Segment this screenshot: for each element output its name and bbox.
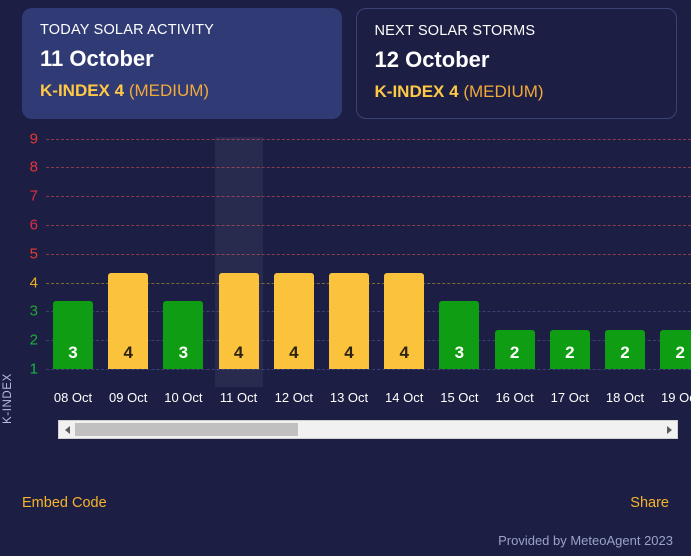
y-axis-tick-8: 8 [30,160,38,175]
bar-15-oct[interactable]: 3 [439,301,479,369]
card-title: TODAY SOLAR ACTIVITY [40,22,324,38]
card-kindex: K-INDEX 4 (MEDIUM) [375,82,659,102]
x-axis-tick-15-oct: 15 Oct [432,390,487,405]
bar-18-oct[interactable]: 2 [605,330,645,369]
bar-value-label: 4 [274,344,314,361]
bar-value-label: 4 [384,344,424,361]
x-axis-tick-16-oct: 16 Oct [487,390,542,405]
provided-by-text: Provided by MeteoAgent 2023 [498,533,673,548]
summary-cards: TODAY SOLAR ACTIVITY 11 October K-INDEX … [0,0,691,119]
bar-value-label: 2 [550,344,590,361]
card-kindex-level: (MEDIUM) [463,82,543,101]
footer-links: Embed Code Share [22,495,669,511]
x-axis-tick-labels: 08 Oct09 Oct10 Oct11 Oct12 Oct13 Oct14 O… [46,387,691,411]
bar-19-oct[interactable]: 2 [660,330,691,369]
chart-horizontal-scrollbar[interactable] [58,420,678,439]
bar-value-label: 2 [660,344,691,361]
card-title: NEXT SOLAR STORMS [375,23,659,39]
bar-13-oct[interactable]: 4 [329,273,369,369]
scrollbar-track[interactable] [75,421,661,438]
x-axis-tick-19-oct: 19 Oct [653,390,691,405]
chart-plot-area: 343444432222 [46,137,691,387]
y-axis-tick-3: 3 [30,304,38,319]
bar-14-oct[interactable]: 4 [384,273,424,369]
gridline-5 [46,254,691,255]
card-kindex-value: K-INDEX 4 [375,82,459,101]
card-date: 11 October [40,46,324,72]
bar-value-label: 4 [108,344,148,361]
bar-value-label: 3 [163,344,203,361]
bar-09-oct[interactable]: 4 [108,273,148,369]
bar-value-label: 3 [439,344,479,361]
y-axis-tick-9: 9 [30,131,38,146]
card-kindex-level: (MEDIUM) [129,81,209,100]
x-axis-tick-14-oct: 14 Oct [377,390,432,405]
scroll-right-arrow-icon[interactable] [661,421,677,438]
bar-08-oct[interactable]: 3 [53,301,93,369]
bar-17-oct[interactable]: 2 [550,330,590,369]
gridline-9 [46,139,691,140]
y-axis-tick-2: 2 [30,333,38,348]
gridline-6 [46,225,691,226]
gridline-8 [46,167,691,168]
gridline-7 [46,196,691,197]
x-axis-tick-10-oct: 10 Oct [156,390,211,405]
x-axis-tick-18-oct: 18 Oct [598,390,653,405]
bar-value-label: 2 [605,344,645,361]
embed-code-link[interactable]: Embed Code [22,495,107,511]
x-axis-tick-12-oct: 12 Oct [266,390,321,405]
x-axis-tick-08-oct: 08 Oct [46,390,101,405]
bar-value-label: 2 [495,344,535,361]
bar-value-label: 4 [329,344,369,361]
card-date: 12 October [375,47,659,73]
gridline-1 [46,369,691,370]
y-axis-tick-6: 6 [30,218,38,233]
y-axis-tick-labels: 123456789 [0,137,46,387]
x-axis-tick-17-oct: 17 Oct [542,390,597,405]
k-index-bar-chart: K-INDEX 123456789 343444432222 08 Oct09 … [0,137,691,452]
card-today-solar-activity: TODAY SOLAR ACTIVITY 11 October K-INDEX … [22,8,342,119]
bar-12-oct[interactable]: 4 [274,273,314,369]
card-kindex-value: K-INDEX 4 [40,81,124,100]
share-link[interactable]: Share [630,495,669,511]
y-axis-tick-5: 5 [30,246,38,261]
scrollbar-thumb[interactable] [75,423,298,436]
bar-value-label: 3 [53,344,93,361]
bar-10-oct[interactable]: 3 [163,301,203,369]
x-axis-tick-13-oct: 13 Oct [322,390,377,405]
y-axis-tick-1: 1 [30,362,38,377]
y-axis-tick-4: 4 [30,275,38,290]
bar-11-oct[interactable]: 4 [219,273,259,369]
bar-16-oct[interactable]: 2 [495,330,535,369]
card-next-solar-storms: NEXT SOLAR STORMS 12 October K-INDEX 4 (… [356,8,678,119]
bar-value-label: 4 [219,344,259,361]
card-kindex: K-INDEX 4 (MEDIUM) [40,81,324,101]
x-axis-tick-11-oct: 11 Oct [211,390,266,405]
x-axis-tick-09-oct: 09 Oct [101,390,156,405]
y-axis-tick-7: 7 [30,189,38,204]
scroll-left-arrow-icon[interactable] [59,421,75,438]
